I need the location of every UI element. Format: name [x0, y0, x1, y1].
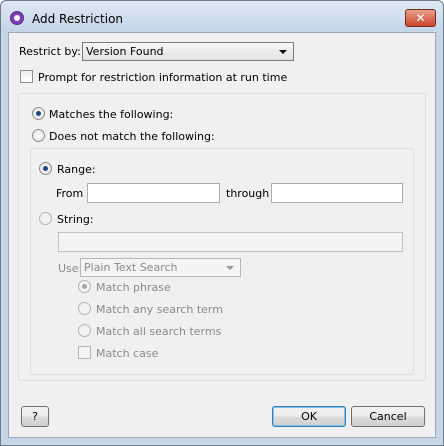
not-matches-label: Does not match the following:	[49, 130, 215, 143]
use-select[interactable]: Plain Text Search	[80, 258, 241, 277]
string-radio[interactable]	[39, 212, 52, 225]
close-button[interactable]: ✕	[405, 9, 436, 27]
through-label: through	[226, 187, 270, 200]
match-all-radio[interactable]	[78, 324, 91, 337]
match-phrase-radio[interactable]	[78, 280, 91, 293]
from-label: From	[56, 187, 84, 200]
prompt-checkbox[interactable]	[20, 70, 33, 83]
close-icon: ✕	[415, 11, 426, 25]
criteria-group: Range: From through String: Use: Plain T…	[30, 148, 414, 375]
match-all-label: Match all search terms	[96, 325, 222, 338]
from-input[interactable]	[87, 183, 220, 203]
window-title: Add Restriction	[32, 12, 124, 26]
match-group: Matches the following: Does not match th…	[18, 93, 426, 381]
range-radio[interactable]	[39, 162, 52, 175]
use-select-value: Plain Text Search	[84, 261, 178, 274]
chevron-down-icon	[279, 50, 287, 54]
use-label: Use:	[58, 262, 83, 275]
ok-button[interactable]: OK	[272, 406, 346, 427]
match-case-checkbox[interactable]	[78, 346, 91, 359]
dialog-body: Restrict by: Version Found Prompt for re…	[8, 32, 436, 438]
restrict-by-label: Restrict by:	[19, 45, 81, 58]
restrict-by-select[interactable]: Version Found	[82, 42, 294, 61]
title-bar: Add Restriction ✕	[1, 1, 443, 31]
chevron-down-icon	[226, 266, 234, 270]
through-input[interactable]	[271, 183, 403, 203]
match-phrase-label: Match phrase	[96, 281, 171, 294]
match-case-label: Match case	[96, 347, 159, 360]
matches-radio[interactable]	[32, 107, 45, 120]
string-input[interactable]	[58, 232, 403, 252]
match-any-radio[interactable]	[78, 302, 91, 315]
app-icon	[10, 11, 24, 25]
match-any-label: Match any search term	[96, 303, 223, 316]
range-label: Range:	[57, 163, 96, 176]
add-restriction-dialog: Add Restriction ✕ Restrict by: Version F…	[0, 0, 444, 446]
restrict-by-value: Version Found	[86, 45, 164, 58]
cancel-button[interactable]: Cancel	[351, 406, 425, 427]
help-button[interactable]: ?	[21, 406, 49, 427]
matches-label: Matches the following:	[49, 108, 174, 121]
string-label: String:	[57, 213, 94, 226]
not-matches-radio[interactable]	[32, 129, 45, 142]
prompt-checkbox-label: Prompt for restriction information at ru…	[38, 71, 288, 84]
